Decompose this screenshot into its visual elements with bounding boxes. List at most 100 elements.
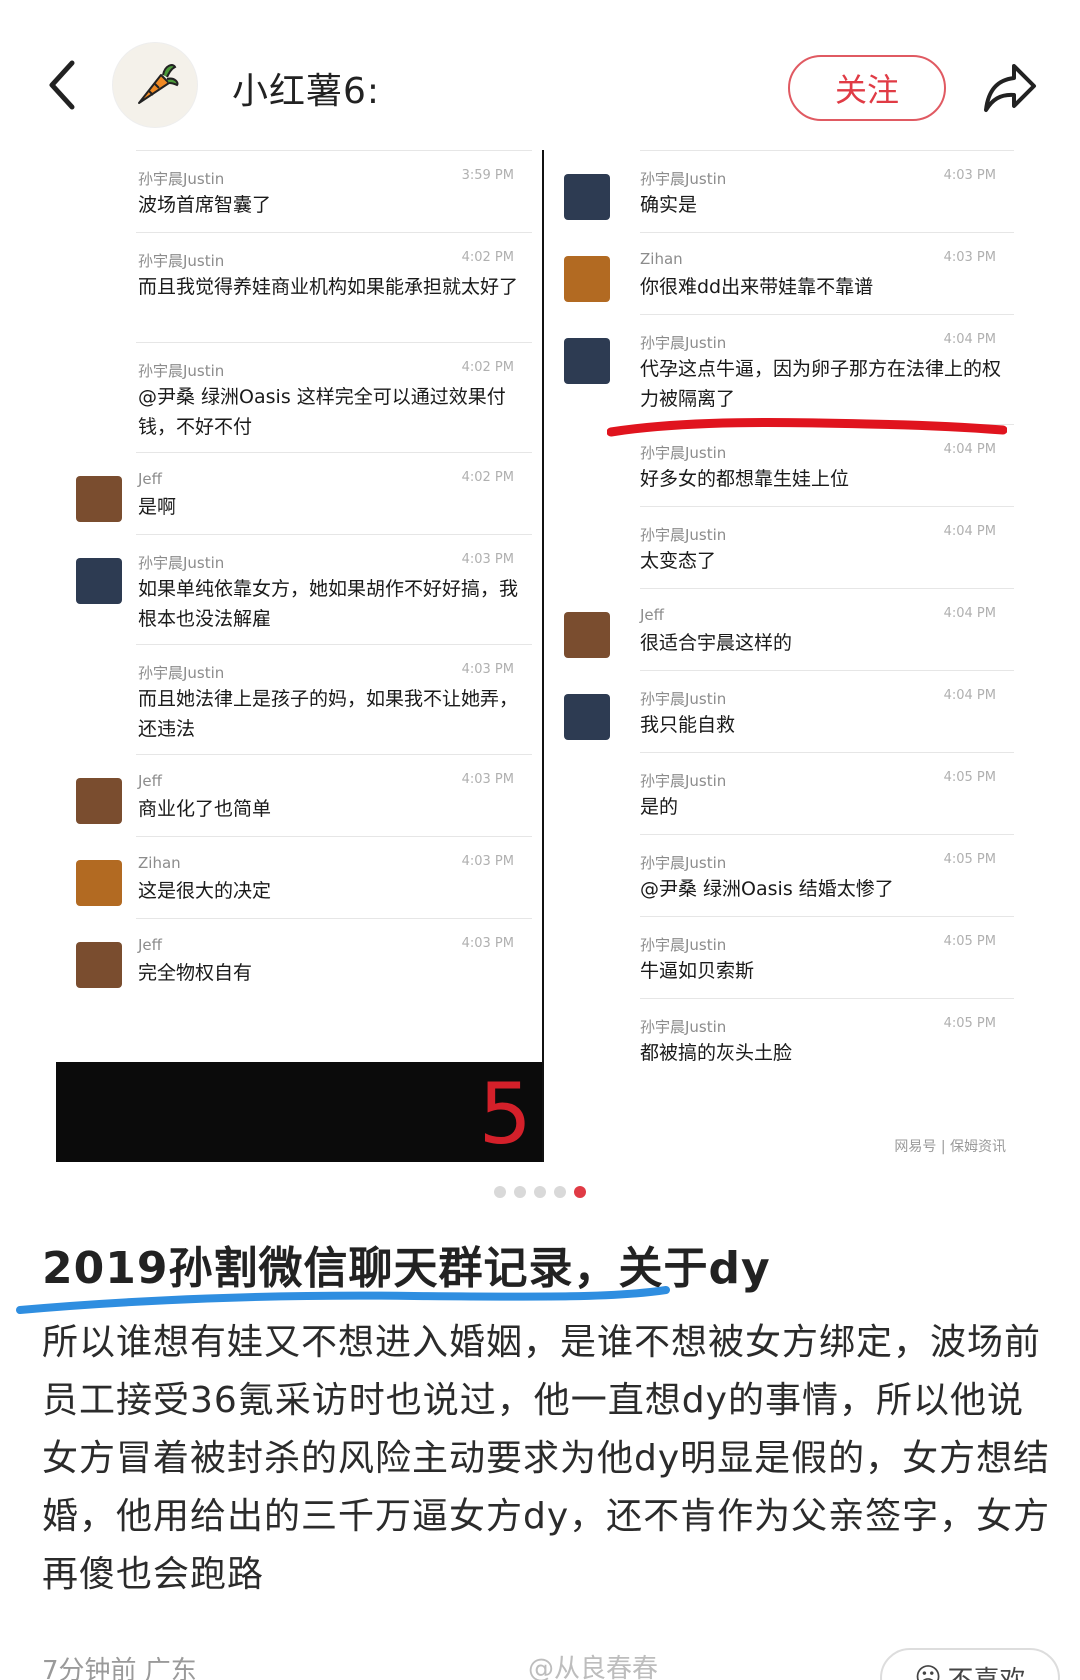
sender-name: 孙宇晨Justin xyxy=(138,362,225,380)
sender-avatar xyxy=(76,558,122,604)
sender-name: 孙宇晨Justin xyxy=(138,664,225,682)
message-time: 3:59 PM xyxy=(461,168,514,183)
chat-column-left: 孙宇晨Justin 3:59 PM 波场首席智囊了 孙宇晨Justin 4:02 PM 而… xyxy=(56,150,542,1062)
message-text: 我只能自救 xyxy=(640,714,736,736)
message-time: 4:04 PM xyxy=(943,524,996,539)
message-time: 4:03 PM xyxy=(461,772,514,787)
sender-name: Zihan xyxy=(640,250,683,268)
message-text: 代孕这点牛逼，因为卵子那方在法律上的权力被隔离了 xyxy=(640,358,1002,410)
message-time: 4:03 PM xyxy=(461,662,514,677)
message-text: 完全物权自有 xyxy=(138,962,253,984)
red-underline-mark xyxy=(607,417,1007,437)
pagination-dot[interactable] xyxy=(554,1186,566,1198)
message-time: 4:02 PM xyxy=(461,470,514,485)
pagination-dot[interactable] xyxy=(494,1186,506,1198)
message-text: 好多女的都想靠生娃上位 xyxy=(640,468,850,490)
message-separator xyxy=(640,314,1014,315)
sender-name: 孙宇晨Justin xyxy=(138,554,225,572)
message-text: 这是很大的决定 xyxy=(138,880,272,902)
message-text: 如果单纯依靠女方，她如果胡作不好好搞，我根本也没法解雇 xyxy=(138,578,519,630)
message-text: 很适合宇晨这样的 xyxy=(640,632,793,654)
top-bar: 小红薯6: 关注 xyxy=(0,0,1080,150)
message-text: 而且我觉得养娃商业机构如果能承担就太好了 xyxy=(138,276,519,298)
sender-name: 孙宇晨Justin xyxy=(640,334,727,352)
share-icon[interactable] xyxy=(980,58,1040,116)
sender-avatar xyxy=(76,778,122,824)
message-text: 都被搞的灰头土脸 xyxy=(640,1042,793,1064)
message-separator xyxy=(640,588,1014,589)
message-time: 4:05 PM xyxy=(943,934,996,949)
message-separator xyxy=(136,918,532,919)
message-separator xyxy=(640,232,1014,233)
message-separator xyxy=(136,836,532,837)
message-time: 4:05 PM xyxy=(943,852,996,867)
message-separator xyxy=(640,752,1014,753)
sender-name: Jeff xyxy=(138,470,162,488)
message-text: 确实是 xyxy=(640,194,698,216)
avatar[interactable] xyxy=(112,42,198,128)
back-icon[interactable] xyxy=(40,55,84,115)
carrot-icon xyxy=(138,64,179,104)
sender-avatar xyxy=(76,942,122,988)
message-separator xyxy=(136,534,532,535)
message-separator xyxy=(640,150,1014,151)
message-time: 4:04 PM xyxy=(943,332,996,347)
message-time: 4:04 PM xyxy=(943,688,996,703)
follow-button[interactable]: 关注 xyxy=(788,55,946,121)
sender-name: 孙宇晨Justin xyxy=(640,854,727,872)
message-time: 4:03 PM xyxy=(461,936,514,951)
message-time: 4:03 PM xyxy=(461,552,514,567)
sender-name: 孙宇晨Justin xyxy=(640,1018,727,1036)
message-text: 而且她法律上是孩子的妈，如果我不让她弄，还违法 xyxy=(138,688,519,740)
sender-avatar xyxy=(564,612,610,658)
post-meta: 7分钟前 广东 xyxy=(42,1656,197,1680)
message-separator xyxy=(136,232,532,233)
pagination-dot[interactable] xyxy=(574,1186,586,1198)
message-time: 4:05 PM xyxy=(943,770,996,785)
chat-column-right: 网易号 | 保姆资讯 孙宇晨Justin 4:03 PM 确实是 Zihan 4:03 … xyxy=(544,150,1024,1162)
sender-name: 孙宇晨Justin xyxy=(640,170,727,188)
sender-name: 孙宇晨Justin xyxy=(640,690,727,708)
sender-name: Jeff xyxy=(138,936,162,954)
sender-name: Jeff xyxy=(138,772,162,790)
message-time: 4:03 PM xyxy=(461,854,514,869)
pagination-dot[interactable] xyxy=(534,1186,546,1198)
sender-name: Jeff xyxy=(640,606,664,624)
frown-icon: ☹ xyxy=(914,1663,942,1680)
message-text: @尹桑 绿洲Oasis 结婚太惨了 xyxy=(640,878,894,900)
post-image[interactable]: 孙宇晨Justin 3:59 PM 波场首席智囊了 孙宇晨Justin 4:02 PM 而… xyxy=(56,150,1024,1162)
message-separator xyxy=(136,754,532,755)
sender-avatar xyxy=(564,338,610,384)
dislike-label: 不喜欢 xyxy=(948,1660,1026,1680)
message-text: 是啊 xyxy=(138,496,177,518)
message-separator xyxy=(136,452,532,453)
message-separator xyxy=(640,916,1014,917)
pagination-dot[interactable] xyxy=(514,1186,526,1198)
message-separator xyxy=(136,644,532,645)
sender-avatar xyxy=(76,860,122,906)
sender-name: 孙宇晨Justin xyxy=(138,170,225,188)
message-time: 4:04 PM xyxy=(943,606,996,621)
username[interactable]: 小红薯6: xyxy=(232,62,380,114)
inner-watermark: 网易号 | 保姆资讯 xyxy=(894,1139,1006,1155)
message-time: 4:03 PM xyxy=(943,250,996,265)
message-text: 商业化了也简单 xyxy=(138,798,272,820)
sender-name: 孙宇晨Justin xyxy=(640,936,727,954)
image-footer-bar: 5 xyxy=(56,1062,542,1162)
message-text: 波场首席智囊了 xyxy=(138,194,272,216)
message-text: 太变态了 xyxy=(640,550,717,572)
sender-name: 孙宇晨Justin xyxy=(138,252,225,270)
message-time: 4:02 PM xyxy=(461,360,514,375)
message-text: @尹桑 绿洲Oasis 这样完全可以通过效果付钱，不好不付 xyxy=(138,386,506,438)
weibo-watermark: @从良春春 xyxy=(528,1654,659,1680)
message-separator xyxy=(640,834,1014,835)
message-separator xyxy=(640,670,1014,671)
sender-avatar xyxy=(564,694,610,740)
sender-name: 孙宇晨Justin xyxy=(640,772,727,790)
sender-avatar xyxy=(564,256,610,302)
sender-avatar xyxy=(76,476,122,522)
message-separator xyxy=(640,998,1014,999)
message-separator xyxy=(640,506,1014,507)
dislike-button[interactable]: ☹ 不喜欢 xyxy=(880,1648,1060,1680)
sender-name: Zihan xyxy=(138,854,181,872)
